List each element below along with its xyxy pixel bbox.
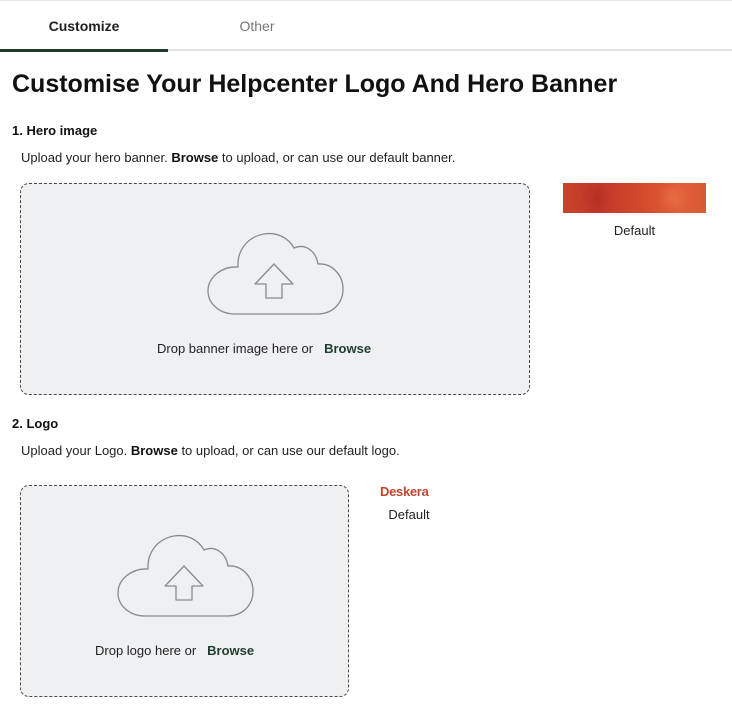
logo-desc-suffix: to upload, or can use our default logo. (177, 443, 400, 458)
logo-default-label: Default (388, 507, 430, 522)
hero-desc-browse: Browse (171, 150, 219, 165)
hero-drop-text: Drop banner image here or Browse (157, 341, 371, 356)
tab-customize[interactable]: Customize (0, 1, 168, 52)
hero-section-title: 1. Hero image (12, 123, 98, 138)
tab-other[interactable]: Other (168, 1, 346, 50)
logo-desc-browse: Browse (130, 443, 178, 458)
logo-section-description: Upload your Logo. Browse to upload, or c… (21, 443, 400, 458)
hero-section-description: Upload your hero banner. Browse to uploa… (21, 150, 455, 165)
tab-bar: Customize Other (0, 0, 732, 52)
logo-browse-button[interactable]: Browse (207, 643, 254, 658)
page-title: Customise Your Helpcenter Logo And Hero … (12, 70, 618, 98)
cloud-upload-icon (207, 232, 344, 315)
hero-browse-button[interactable]: Browse (324, 341, 371, 356)
logo-section-title: 2. Logo (12, 416, 59, 431)
logo-dropzone[interactable]: Drop logo here or Browse (20, 485, 349, 697)
hero-drop-label: Drop banner image here or (157, 341, 314, 356)
cloud-upload-icon (117, 534, 254, 617)
default-logo-preview[interactable]: Deskera (380, 482, 440, 500)
logo-drop-text: Drop logo here or Browse (95, 643, 254, 658)
hero-dropzone[interactable]: Drop banner image here or Browse (20, 183, 530, 395)
default-hero-banner-preview[interactable] (563, 183, 706, 213)
logo-desc-prefix: Upload your Logo. (21, 443, 131, 458)
hero-desc-suffix: to upload, or can use our default banner… (218, 150, 456, 165)
hero-desc-prefix: Upload your hero banner. (21, 150, 172, 165)
logo-drop-label: Drop logo here or (95, 643, 197, 658)
hero-default-label: Default (613, 223, 656, 238)
